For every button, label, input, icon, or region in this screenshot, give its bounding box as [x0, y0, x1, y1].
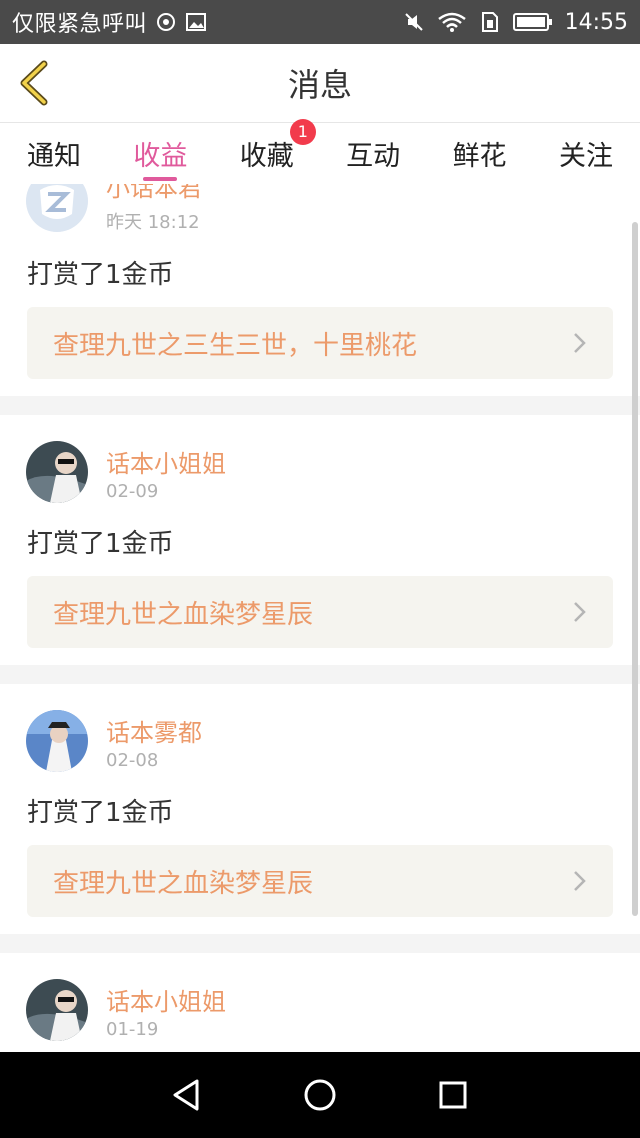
system-nav-bar — [0, 1052, 640, 1138]
chevron-right-icon — [574, 333, 586, 353]
tab-bar: 通知 收益 收藏 1 互动 鲜花 关注 — [0, 118, 640, 185]
username[interactable]: 话本小姐姐 — [106, 982, 226, 1017]
clock: 14:55 — [564, 9, 628, 35]
battery-icon — [512, 13, 552, 31]
chevron-right-icon — [574, 871, 586, 891]
app-header: 消息 — [0, 44, 640, 122]
book-link[interactable]: 查理九世之血染梦星辰 — [27, 576, 613, 648]
message-text: 打赏了1金币 — [27, 798, 174, 828]
message-date: 02-08 — [106, 750, 159, 771]
home-circle-icon[interactable] — [300, 1075, 340, 1115]
carrier-text: 仅限紧急呼叫 — [12, 12, 148, 37]
avatar[interactable] — [26, 441, 88, 503]
avatar[interactable] — [26, 979, 88, 1041]
tab-flowers[interactable]: 鲜花 — [453, 123, 507, 185]
username[interactable]: 话本小姐姐 — [106, 444, 226, 479]
list-item: 话本小姐姐 02-09 打赏了1金币 查理九世之血染梦星辰 — [0, 415, 640, 665]
recents-square-icon[interactable] — [433, 1075, 473, 1115]
book-link[interactable]: 查理九世之血染梦星辰 — [27, 845, 613, 917]
list-item: 小话本君 昨天 18:12 打赏了1金币 查理九世之三生三世，十里桃花 — [0, 184, 640, 396]
signal-icon — [157, 13, 176, 31]
image-icon — [186, 13, 207, 31]
chevron-right-icon — [574, 602, 586, 622]
list-item: 话本雾都 02-08 打赏了1金币 查理九世之血染梦星辰 — [0, 684, 640, 934]
scrollbar[interactable] — [632, 222, 638, 916]
message-date: 02-09 — [106, 481, 159, 502]
message-date: 昨天 18:12 — [106, 212, 200, 233]
mute-icon — [404, 13, 423, 31]
book-title: 查理九世之三生三世，十里桃花 — [53, 330, 418, 361]
tab-interaction[interactable]: 互动 — [346, 123, 400, 185]
book-link[interactable]: 查理九世之三生三世，十里桃花 — [27, 307, 613, 379]
unread-badge: 1 — [289, 118, 316, 145]
message-text: 打赏了1金币 — [27, 260, 174, 290]
avatar[interactable] — [26, 710, 88, 772]
username[interactable]: 话本雾都 — [106, 713, 202, 748]
sim-icon — [481, 12, 498, 32]
tab-follow[interactable]: 关注 — [559, 123, 613, 185]
tab-earnings[interactable]: 收益 — [133, 123, 187, 185]
back-triangle-icon[interactable] — [167, 1075, 207, 1115]
back-chevron-icon[interactable] — [14, 60, 58, 106]
status-bar: 仅限紧急呼叫 14:55 — [0, 0, 640, 44]
book-title: 查理九世之血染梦星辰 — [53, 599, 314, 630]
book-title: 查理九世之血染梦星辰 — [53, 868, 314, 899]
message-text: 打赏了1金币 — [27, 529, 174, 559]
page-title: 消息 — [287, 66, 352, 104]
wifi-icon — [437, 12, 466, 32]
list-item: 话本小姐姐 01-19 — [0, 953, 640, 1052]
tab-notice[interactable]: 通知 — [27, 123, 81, 185]
message-date: 01-19 — [106, 1019, 159, 1040]
avatar[interactable] — [26, 184, 88, 232]
active-tab-indicator — [143, 176, 178, 181]
message-list[interactable]: 小话本君 昨天 18:12 打赏了1金币 查理九世之三生三世，十里桃花 话本小姐… — [0, 184, 640, 1052]
username[interactable]: 小话本君 — [106, 184, 202, 203]
tab-favorites[interactable]: 收藏 1 — [240, 118, 316, 185]
